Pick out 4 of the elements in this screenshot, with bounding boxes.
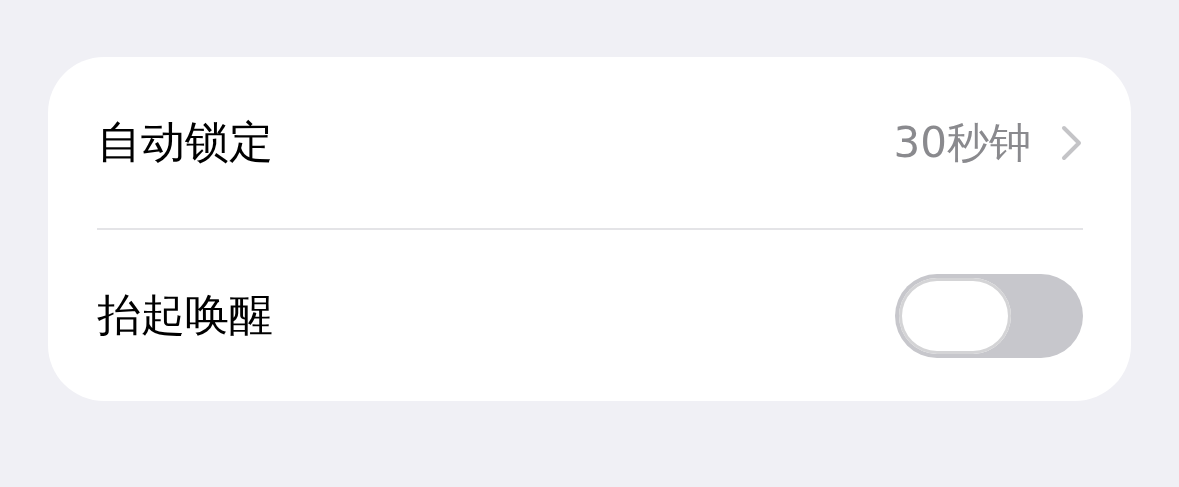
chevron-icon[interactable] <box>1061 124 1083 161</box>
setting-value[interactable]: 30秒钟 <box>893 114 1031 171</box>
setting-label: 抬起唤醒 <box>97 288 273 342</box>
setting-label: 自动锁定 <box>97 115 273 169</box>
